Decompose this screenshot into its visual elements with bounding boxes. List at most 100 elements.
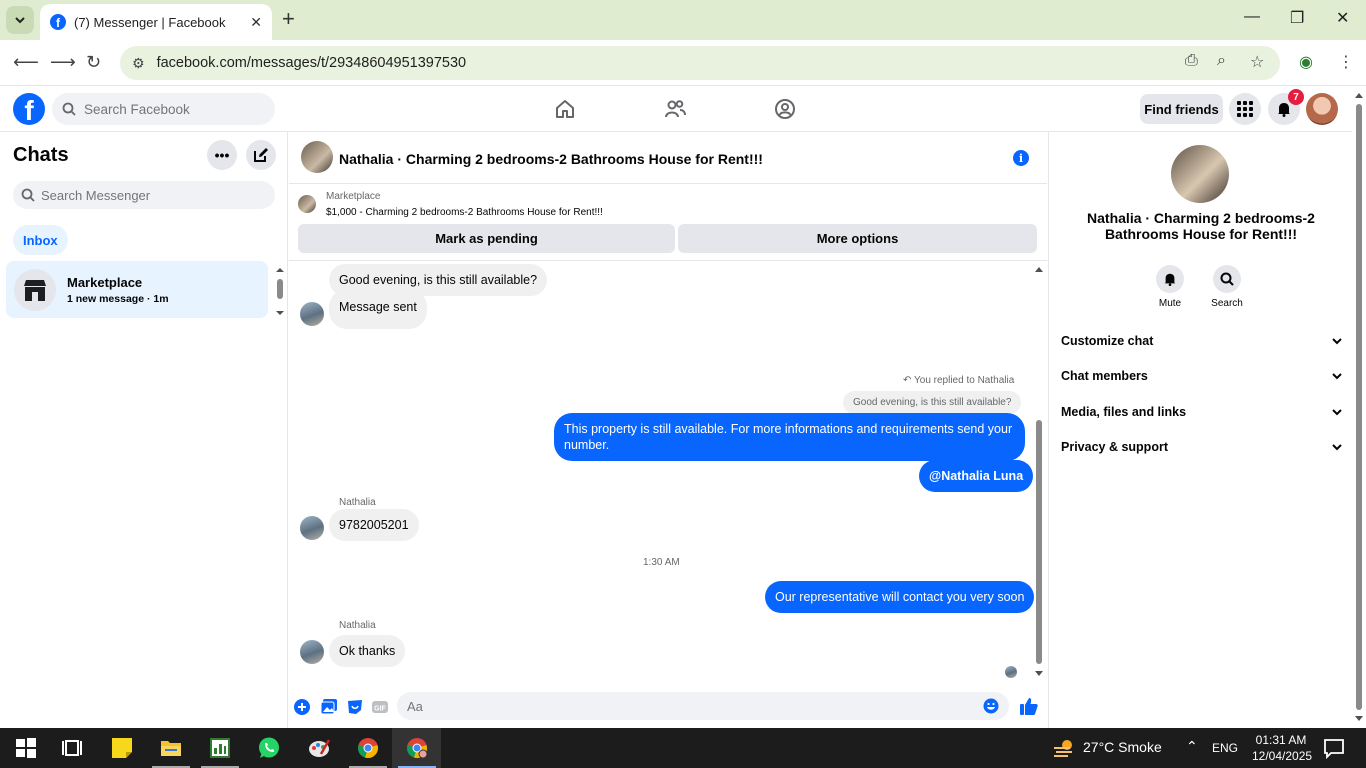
chrome-icon[interactable] xyxy=(356,736,380,760)
listing-description[interactable]: $1,000 - Charming 2 bedrooms-2 Bathrooms… xyxy=(326,207,603,218)
messenger-search-input[interactable] xyxy=(41,187,261,203)
conversation-header: Nathalia · Charming 2 bedrooms-2 Bathroo… xyxy=(289,132,1047,184)
sticker-icon[interactable] xyxy=(346,698,364,716)
close-window-button[interactable]: ✕ xyxy=(1336,8,1349,28)
address-bar[interactable]: ⚙ facebook.com/messages/t/29348604951397… xyxy=(120,46,1280,80)
chevron-down-icon xyxy=(15,17,25,24)
restore-button[interactable]: ❐ xyxy=(1290,8,1304,28)
chat-members-row[interactable]: Chat members xyxy=(1061,361,1343,391)
spreadsheet-app-icon[interactable] xyxy=(208,736,232,760)
chat-info-avatar[interactable] xyxy=(1171,145,1229,203)
listing-thumbnail[interactable] xyxy=(298,195,316,213)
page-scrollbar[interactable] xyxy=(1352,88,1366,728)
mute-button[interactable]: Mute xyxy=(1145,265,1195,309)
emoji-icon[interactable] xyxy=(983,698,999,714)
url-text: facebook.com/messages/t/2934860495139753… xyxy=(156,55,467,71)
message-bubble-outgoing[interactable]: This property is still available. For mo… xyxy=(554,413,1025,461)
friends-icon[interactable] xyxy=(664,98,686,120)
facebook-favicon-icon: f xyxy=(50,14,66,30)
profile-icon[interactable]: ◉ xyxy=(1299,52,1313,72)
message-input[interactable] xyxy=(407,698,967,714)
chat-item-marketplace[interactable]: Marketplace 1 new message · 1m xyxy=(6,261,268,318)
message-bubble[interactable]: Ok thanks xyxy=(329,635,406,667)
sticky-notes-icon[interactable] xyxy=(110,736,134,760)
paint-app-icon[interactable] xyxy=(307,736,331,760)
browser-tab[interactable]: f (7) Messenger | Facebook ✕ xyxy=(40,4,272,40)
messenger-search[interactable] xyxy=(13,181,275,209)
reload-button[interactable]: ↻ xyxy=(86,52,101,73)
task-view-icon[interactable] xyxy=(60,736,84,760)
privacy-support-row[interactable]: Privacy & support xyxy=(1061,432,1343,462)
groups-icon[interactable] xyxy=(774,98,796,120)
zoom-icon[interactable]: ⌕ xyxy=(1217,52,1226,70)
chat-options-button[interactable]: ••• xyxy=(207,140,237,170)
file-explorer-icon[interactable] xyxy=(159,736,183,760)
menu-button[interactable] xyxy=(1229,93,1261,125)
plus-circle-icon[interactable] xyxy=(293,698,311,716)
system-clock[interactable]: 01:31 AM 12/04/2025 xyxy=(1252,732,1313,764)
close-tab-icon[interactable]: ✕ xyxy=(250,14,262,31)
sender-avatar[interactable] xyxy=(300,302,324,326)
message-input-box[interactable] xyxy=(397,692,1009,720)
language-indicator[interactable]: ENG xyxy=(1212,741,1238,755)
svg-text:GIF: GIF xyxy=(374,706,386,713)
back-button[interactable]: ⟵ xyxy=(13,52,39,73)
reply-arrow-icon: ↶ xyxy=(903,375,912,386)
sender-avatar[interactable] xyxy=(300,640,324,664)
browser-menu-icon[interactable]: ⋮ xyxy=(1338,52,1354,72)
message-bubble[interactable]: Message sent xyxy=(329,289,427,329)
gif-icon[interactable]: GIF xyxy=(371,698,389,716)
site-info-icon[interactable]: ⚙ xyxy=(132,55,145,72)
account-avatar[interactable] xyxy=(1306,93,1338,125)
sender-avatar[interactable] xyxy=(300,516,324,540)
forward-button[interactable]: ⟶ xyxy=(50,52,76,73)
quoted-message[interactable]: Good evening, is this still available? xyxy=(843,391,1022,414)
whatsapp-icon[interactable] xyxy=(257,736,281,760)
conversation-title[interactable]: Nathalia · Charming 2 bedrooms-2 Bathroo… xyxy=(339,151,763,167)
tab-search-button[interactable] xyxy=(6,6,34,34)
notification-center-icon[interactable] xyxy=(1322,736,1346,760)
chats-sidebar: Chats ••• Inbox Marketplace 1 new messag… xyxy=(0,132,288,728)
search-in-chat-button[interactable]: Search xyxy=(1202,265,1252,309)
message-list[interactable]: Good evening, is this still available? M… xyxy=(289,262,1047,682)
more-options-button[interactable]: More options xyxy=(678,224,1037,253)
facebook-search[interactable] xyxy=(52,93,275,125)
mark-as-pending-button[interactable]: Mark as pending xyxy=(298,224,675,253)
chevron-down-icon xyxy=(1332,444,1342,451)
sender-name: Nathalia xyxy=(339,497,376,508)
weather-text[interactable]: 27°C Smoke xyxy=(1083,739,1162,755)
bookmark-star-icon[interactable]: ☆ xyxy=(1250,52,1264,72)
media-files-links-row[interactable]: Media, files and links xyxy=(1061,397,1343,427)
show-hidden-icons-icon[interactable]: ⌃ xyxy=(1186,738,1198,755)
bell-icon xyxy=(1278,103,1290,117)
seen-indicator-avatar xyxy=(1005,666,1017,678)
home-icon[interactable] xyxy=(554,98,576,120)
info-icon[interactable]: i xyxy=(1013,150,1029,166)
conversation-avatar[interactable] xyxy=(301,141,333,173)
photo-icon[interactable] xyxy=(320,698,338,716)
minimize-button[interactable]: — xyxy=(1244,8,1260,26)
new-tab-button[interactable]: + xyxy=(282,8,295,30)
weather-icon[interactable] xyxy=(1052,736,1076,760)
new-message-button[interactable] xyxy=(246,140,276,170)
facebook-logo-icon[interactable]: f xyxy=(13,93,45,125)
section-label: Customize chat xyxy=(1061,334,1154,348)
customize-chat-row[interactable]: Customize chat xyxy=(1061,326,1343,356)
sidebar-scrollbar[interactable] xyxy=(275,267,285,317)
message-bubble[interactable]: 9782005201 xyxy=(329,509,419,541)
marketplace-listing-bar: Marketplace $1,000 - Charming 2 bedrooms… xyxy=(289,185,1047,261)
facebook-search-input[interactable] xyxy=(84,101,254,117)
bell-icon xyxy=(1164,273,1176,286)
clock-date: 12/04/2025 xyxy=(1252,749,1313,763)
message-bubble-outgoing[interactable]: Our representative will contact you very… xyxy=(765,581,1035,613)
conversation-scrollbar[interactable] xyxy=(1033,266,1045,678)
sender-name: Nathalia xyxy=(339,620,376,631)
inbox-tab[interactable]: Inbox xyxy=(13,225,68,255)
find-friends-button[interactable]: Find friends xyxy=(1140,94,1223,124)
mention-bubble[interactable]: @Nathalia Luna xyxy=(919,460,1034,492)
windows-start-icon[interactable] xyxy=(14,736,38,760)
install-app-icon[interactable]: ⎙ xyxy=(1185,52,1198,70)
thumbs-up-icon[interactable] xyxy=(1019,696,1039,716)
search-label: Search xyxy=(1211,298,1243,309)
chrome-profile-icon[interactable] xyxy=(405,736,429,760)
